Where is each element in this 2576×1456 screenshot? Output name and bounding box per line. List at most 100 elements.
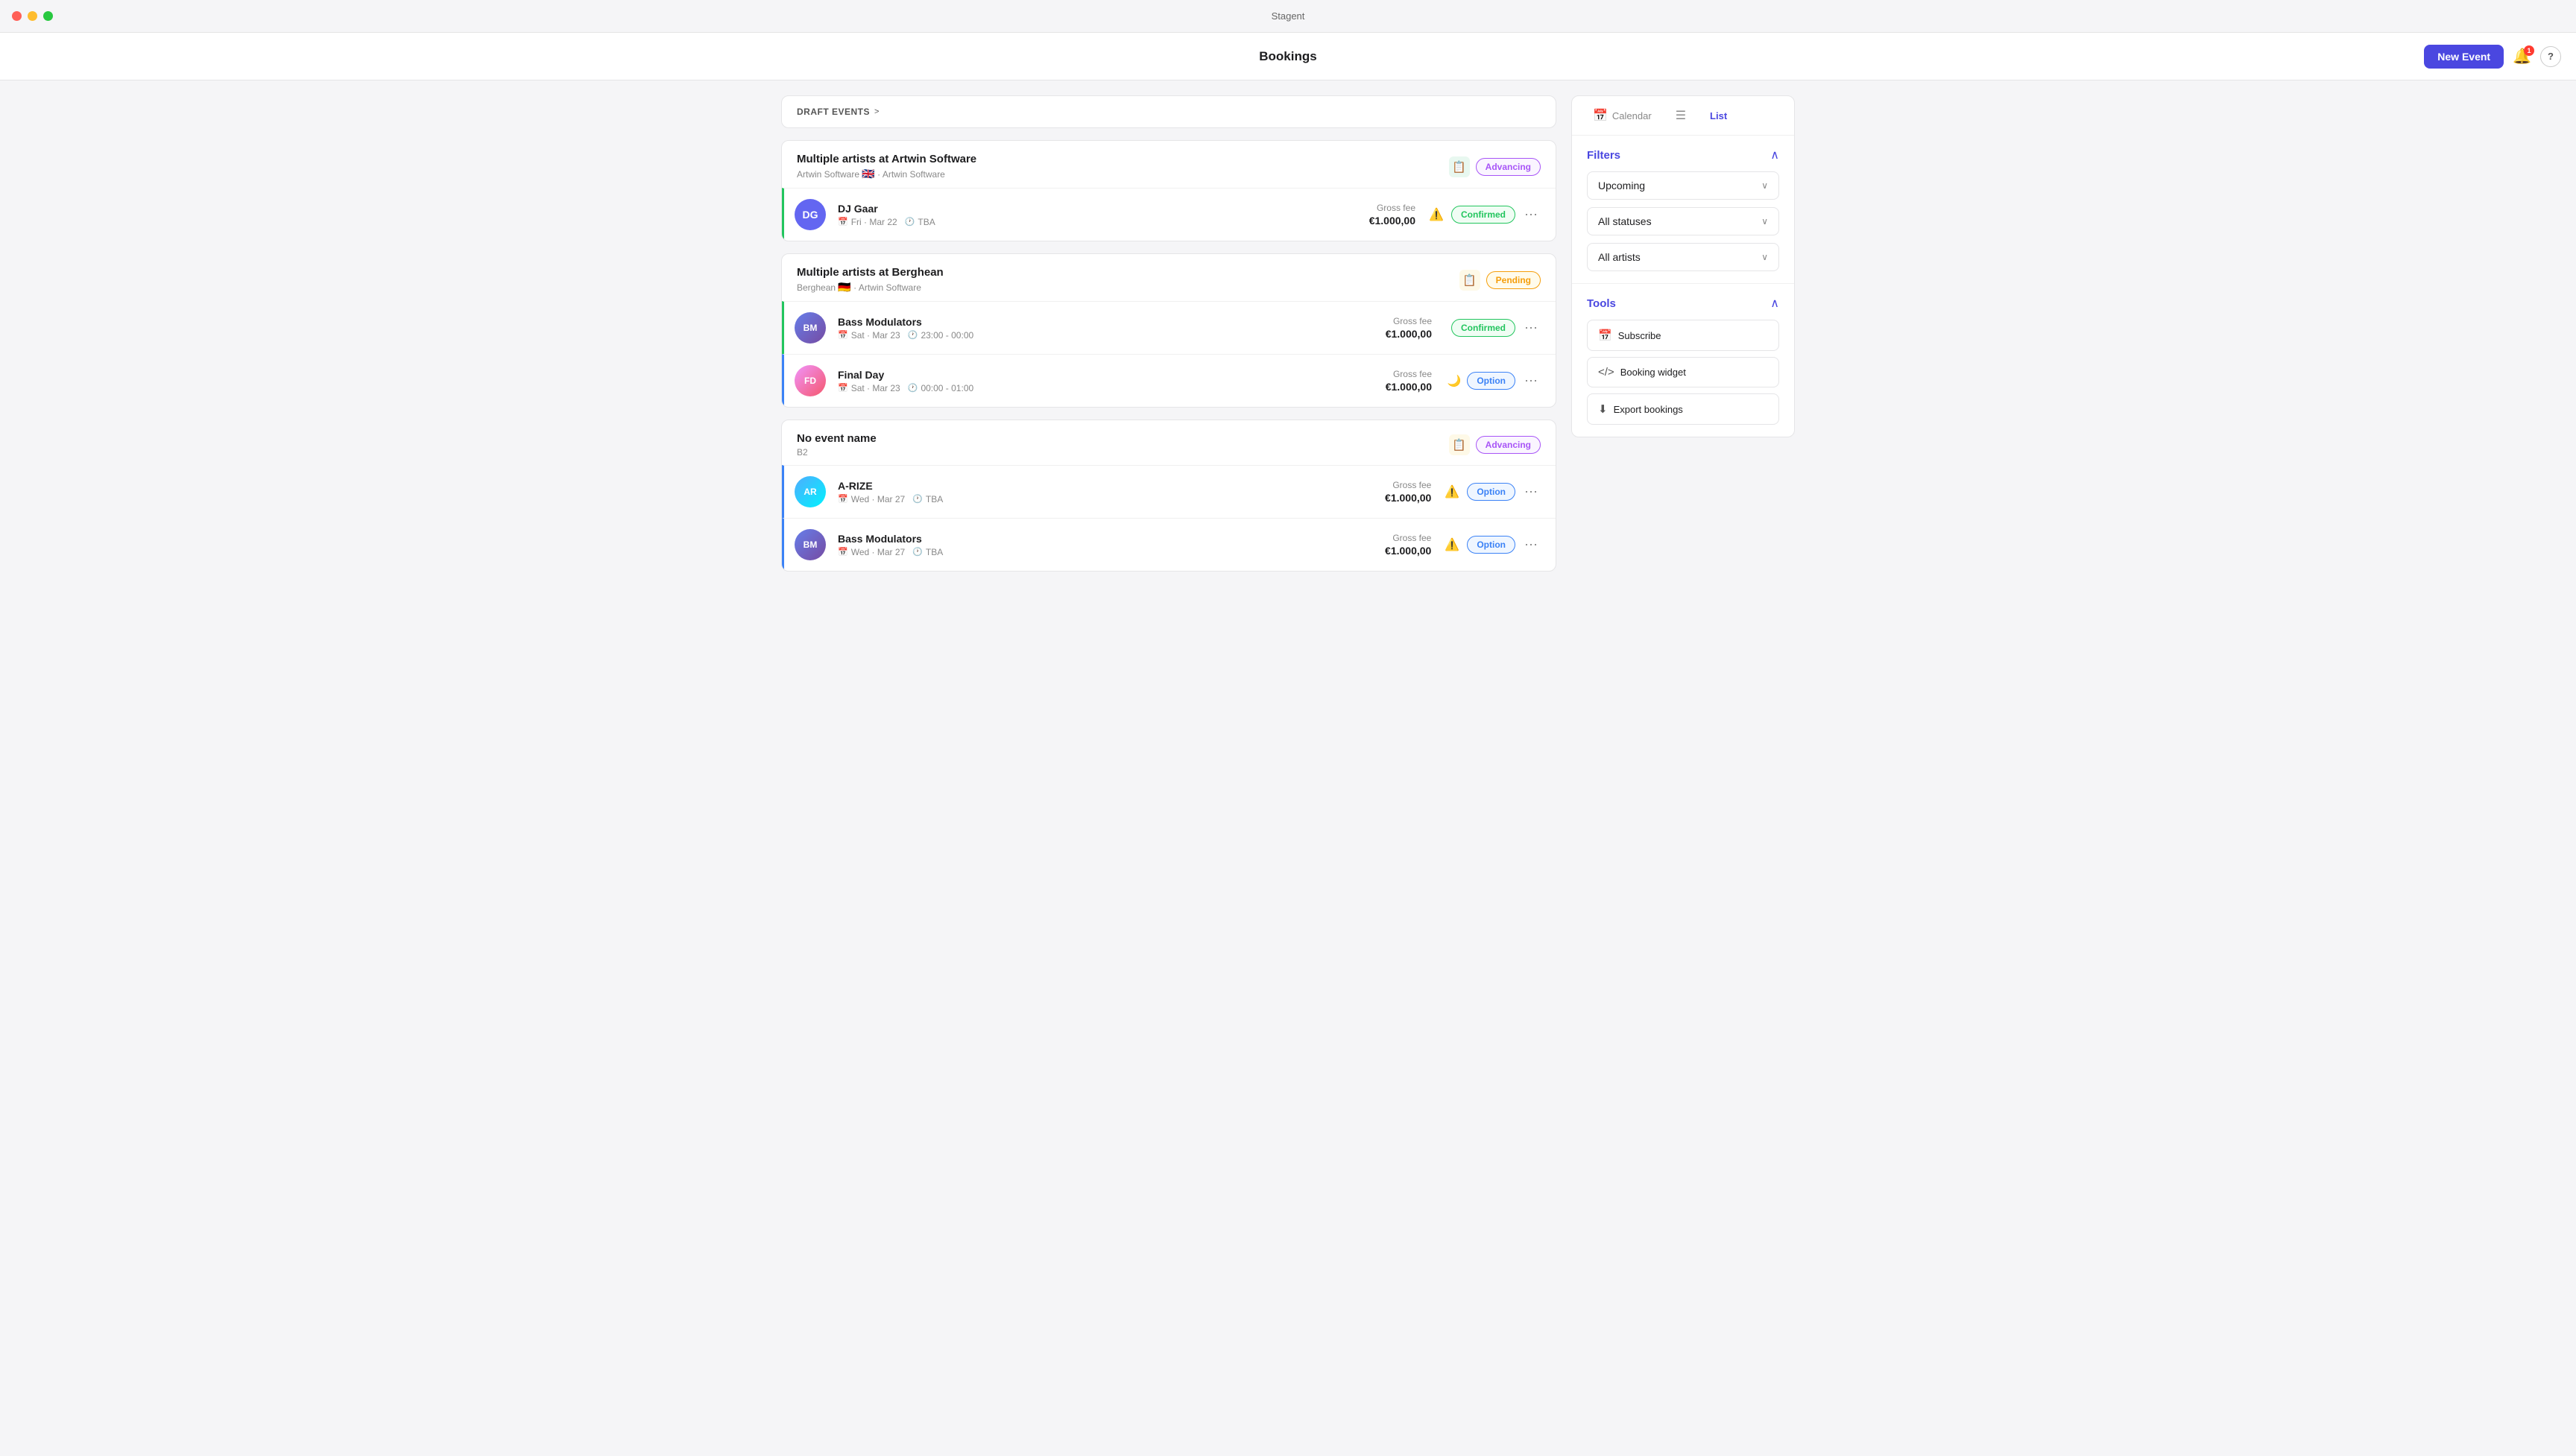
clock-icon-a-rize: 🕐	[912, 494, 923, 504]
all-statuses-filter-chevron: ∨	[1761, 216, 1768, 227]
app-title: Stagent	[1272, 10, 1305, 22]
artist-row-bass-modulators: BM Bass Modulators 📅 Sat · Mar 23 🕐 23:0…	[782, 301, 1556, 354]
artist-fee-final-day: Gross fee €1.000,00	[1328, 369, 1432, 393]
filters-title: Filters	[1587, 149, 1620, 162]
avatar-bass-modulators-2: BM	[795, 529, 826, 560]
filters-toggle-button[interactable]: ∧	[1770, 148, 1779, 162]
more-button-dj-gaar[interactable]: ⋯	[1521, 205, 1541, 224]
filters-section: Filters ∧ Upcoming ∨ All statuses ∨ All …	[1572, 136, 1794, 283]
event-group-info-berghean: Multiple artists at Berghean Berghean 🇩🇪…	[797, 266, 944, 294]
time-a-rize: 🕐 TBA	[912, 494, 943, 504]
minimize-button[interactable]	[28, 11, 37, 21]
calendar-icon-final-day: 📅	[838, 383, 848, 393]
more-button-a-rize[interactable]: ⋯	[1521, 482, 1541, 501]
artist-details-bass-modulators: 📅 Sat · Mar 23 🕐 23:00 - 00:00	[838, 330, 1316, 341]
more-button-bass-modulators-2[interactable]: ⋯	[1521, 535, 1541, 554]
export-icon: ⬇	[1598, 402, 1608, 416]
draft-events-bar[interactable]: DRAFT EVENTS >	[781, 95, 1556, 128]
notifications-button[interactable]: 🔔 1	[2513, 47, 2531, 66]
subscribe-button[interactable]: 📅 Subscribe	[1587, 320, 1779, 351]
time-dj-gaar: 🕐 TBA	[905, 217, 935, 227]
sidebar: 📅 Calendar ☰ List Filters ∧ Upcoming	[1571, 95, 1795, 583]
status-badge-berghean: Pending	[1486, 271, 1541, 289]
event-group-status-berghean: 📋 Pending	[1459, 270, 1541, 291]
avatar-initials-final-day: FD	[795, 365, 826, 396]
subscribe-label: Subscribe	[1618, 330, 1661, 341]
event-group-meta-no-name: B2	[797, 447, 877, 458]
upcoming-filter-dropdown[interactable]: Upcoming ∨	[1587, 171, 1779, 200]
calendar-icon-bass-modulators: 📅	[838, 330, 848, 340]
booking-widget-icon: </>	[1598, 366, 1614, 379]
event-group-header-berghean: Multiple artists at Berghean Berghean 🇩🇪…	[782, 254, 1556, 301]
clock-icon-bass-modulators-2: 🕐	[912, 547, 923, 557]
more-button-final-day[interactable]: ⋯	[1521, 371, 1541, 390]
help-button[interactable]: ?	[2540, 46, 2561, 67]
upcoming-filter-label: Upcoming	[1598, 180, 1645, 192]
maximize-button[interactable]	[43, 11, 53, 21]
artist-name-bass-modulators: Bass Modulators	[838, 316, 1316, 328]
notification-badge: 1	[2524, 45, 2534, 56]
promoter-berghean: Artwin Software	[859, 282, 921, 293]
close-button[interactable]	[12, 11, 22, 21]
status-badge-bass-modulators-2: Option	[1467, 536, 1515, 554]
booking-widget-button[interactable]: </> Booking widget	[1587, 357, 1779, 387]
artist-status-final-day: 🌙 Option ⋯	[1444, 371, 1541, 390]
calendar-subscribe-icon: 📅	[1598, 329, 1612, 342]
all-artists-filter-dropdown[interactable]: All artists ∨	[1587, 243, 1779, 271]
clock-icon-dj-gaar: 🕐	[905, 217, 915, 227]
event-group-artwin: Multiple artists at Artwin Software Artw…	[781, 140, 1556, 241]
list-active-view-label: List	[1710, 110, 1727, 121]
main-layout: DRAFT EVENTS > Multiple artists at Artwi…	[766, 80, 1810, 598]
artist-info-a-rize: A-RIZE 📅 Wed · Mar 27 🕐 TBA	[838, 480, 1315, 504]
artist-info-dj-gaar: DJ Gaar 📅 Fri · Mar 22 🕐 TBA	[838, 203, 1299, 227]
status-badge-artwin: Advancing	[1476, 158, 1541, 176]
event-group-info-artwin: Multiple artists at Artwin Software Artw…	[797, 153, 976, 180]
avatar-bass-modulators: BM	[795, 312, 826, 344]
status-badge-no-name: Advancing	[1476, 436, 1541, 454]
date-dj-gaar: 📅 Fri · Mar 22	[838, 217, 897, 227]
event-group-header-no-name: No event name B2 📋 Advancing	[782, 420, 1556, 465]
avatar-initials-a-rize: AR	[795, 476, 826, 507]
calendar-view-icon: 📅	[1593, 108, 1608, 123]
date-bass-modulators-2: 📅 Wed · Mar 27	[838, 547, 905, 557]
fee-amount-bass-modulators: €1.000,00	[1328, 328, 1432, 340]
avatar-final-day: FD	[795, 365, 826, 396]
status-icon-berghean: 📋	[1459, 270, 1480, 291]
sleep-icon-final-day: 🌙	[1448, 374, 1462, 387]
all-statuses-filter-dropdown[interactable]: All statuses ∨	[1587, 207, 1779, 235]
calendar-view-button[interactable]: 📅 Calendar	[1587, 105, 1658, 126]
artist-name-final-day: Final Day	[838, 369, 1316, 381]
new-event-button[interactable]: New Event	[2424, 45, 2504, 69]
time-bass-modulators: 🕐 23:00 - 00:00	[908, 330, 973, 341]
event-group-header-artwin: Multiple artists at Artwin Software Artw…	[782, 141, 1556, 188]
all-statuses-filter-label: All statuses	[1598, 215, 1652, 227]
list-active-view-button[interactable]: List	[1704, 107, 1733, 124]
export-bookings-button[interactable]: ⬇ Export bookings	[1587, 393, 1779, 425]
tools-section-header: Tools ∧	[1587, 296, 1779, 311]
tools-toggle-button[interactable]: ∧	[1770, 296, 1779, 311]
artist-info-bass-modulators: Bass Modulators 📅 Sat · Mar 23 🕐 23:00 -…	[838, 316, 1316, 341]
filters-section-header: Filters ∧	[1587, 148, 1779, 162]
avatar-initials-dj-gaar: DG	[803, 209, 818, 221]
venue-no-name: B2	[797, 447, 808, 458]
avatar-dj-gaar: DG	[795, 199, 826, 230]
event-group-meta-berghean: Berghean 🇩🇪 · Artwin Software	[797, 281, 944, 294]
date-a-rize: 📅 Wed · Mar 27	[838, 494, 905, 504]
time-bass-modulators-2: 🕐 TBA	[912, 547, 943, 557]
fee-label-a-rize: Gross fee	[1327, 480, 1431, 490]
calendar-icon-dj-gaar: 📅	[838, 217, 848, 227]
event-group-status-artwin: 📋 Advancing	[1449, 156, 1541, 177]
artist-fee-a-rize: Gross fee €1.000,00	[1327, 480, 1431, 504]
fee-label-bass-modulators-2: Gross fee	[1327, 533, 1431, 543]
window-controls	[12, 11, 53, 21]
list-view-button[interactable]: ☰	[1670, 105, 1692, 126]
time-final-day: 🕐 00:00 - 01:00	[908, 383, 973, 393]
upcoming-filter-chevron: ∨	[1761, 180, 1768, 191]
flag-berghean: 🇩🇪	[838, 281, 850, 293]
artist-fee-bass-modulators: Gross fee €1.000,00	[1328, 316, 1432, 340]
artist-status-a-rize: ⚠️ Option ⋯	[1443, 482, 1541, 501]
more-button-bass-modulators[interactable]: ⋯	[1521, 318, 1541, 338]
artist-info-bass-modulators-2: Bass Modulators 📅 Wed · Mar 27 🕐 TBA	[838, 533, 1315, 557]
all-artists-filter-label: All artists	[1598, 251, 1641, 263]
status-badge-bass-modulators: Confirmed	[1451, 319, 1515, 337]
